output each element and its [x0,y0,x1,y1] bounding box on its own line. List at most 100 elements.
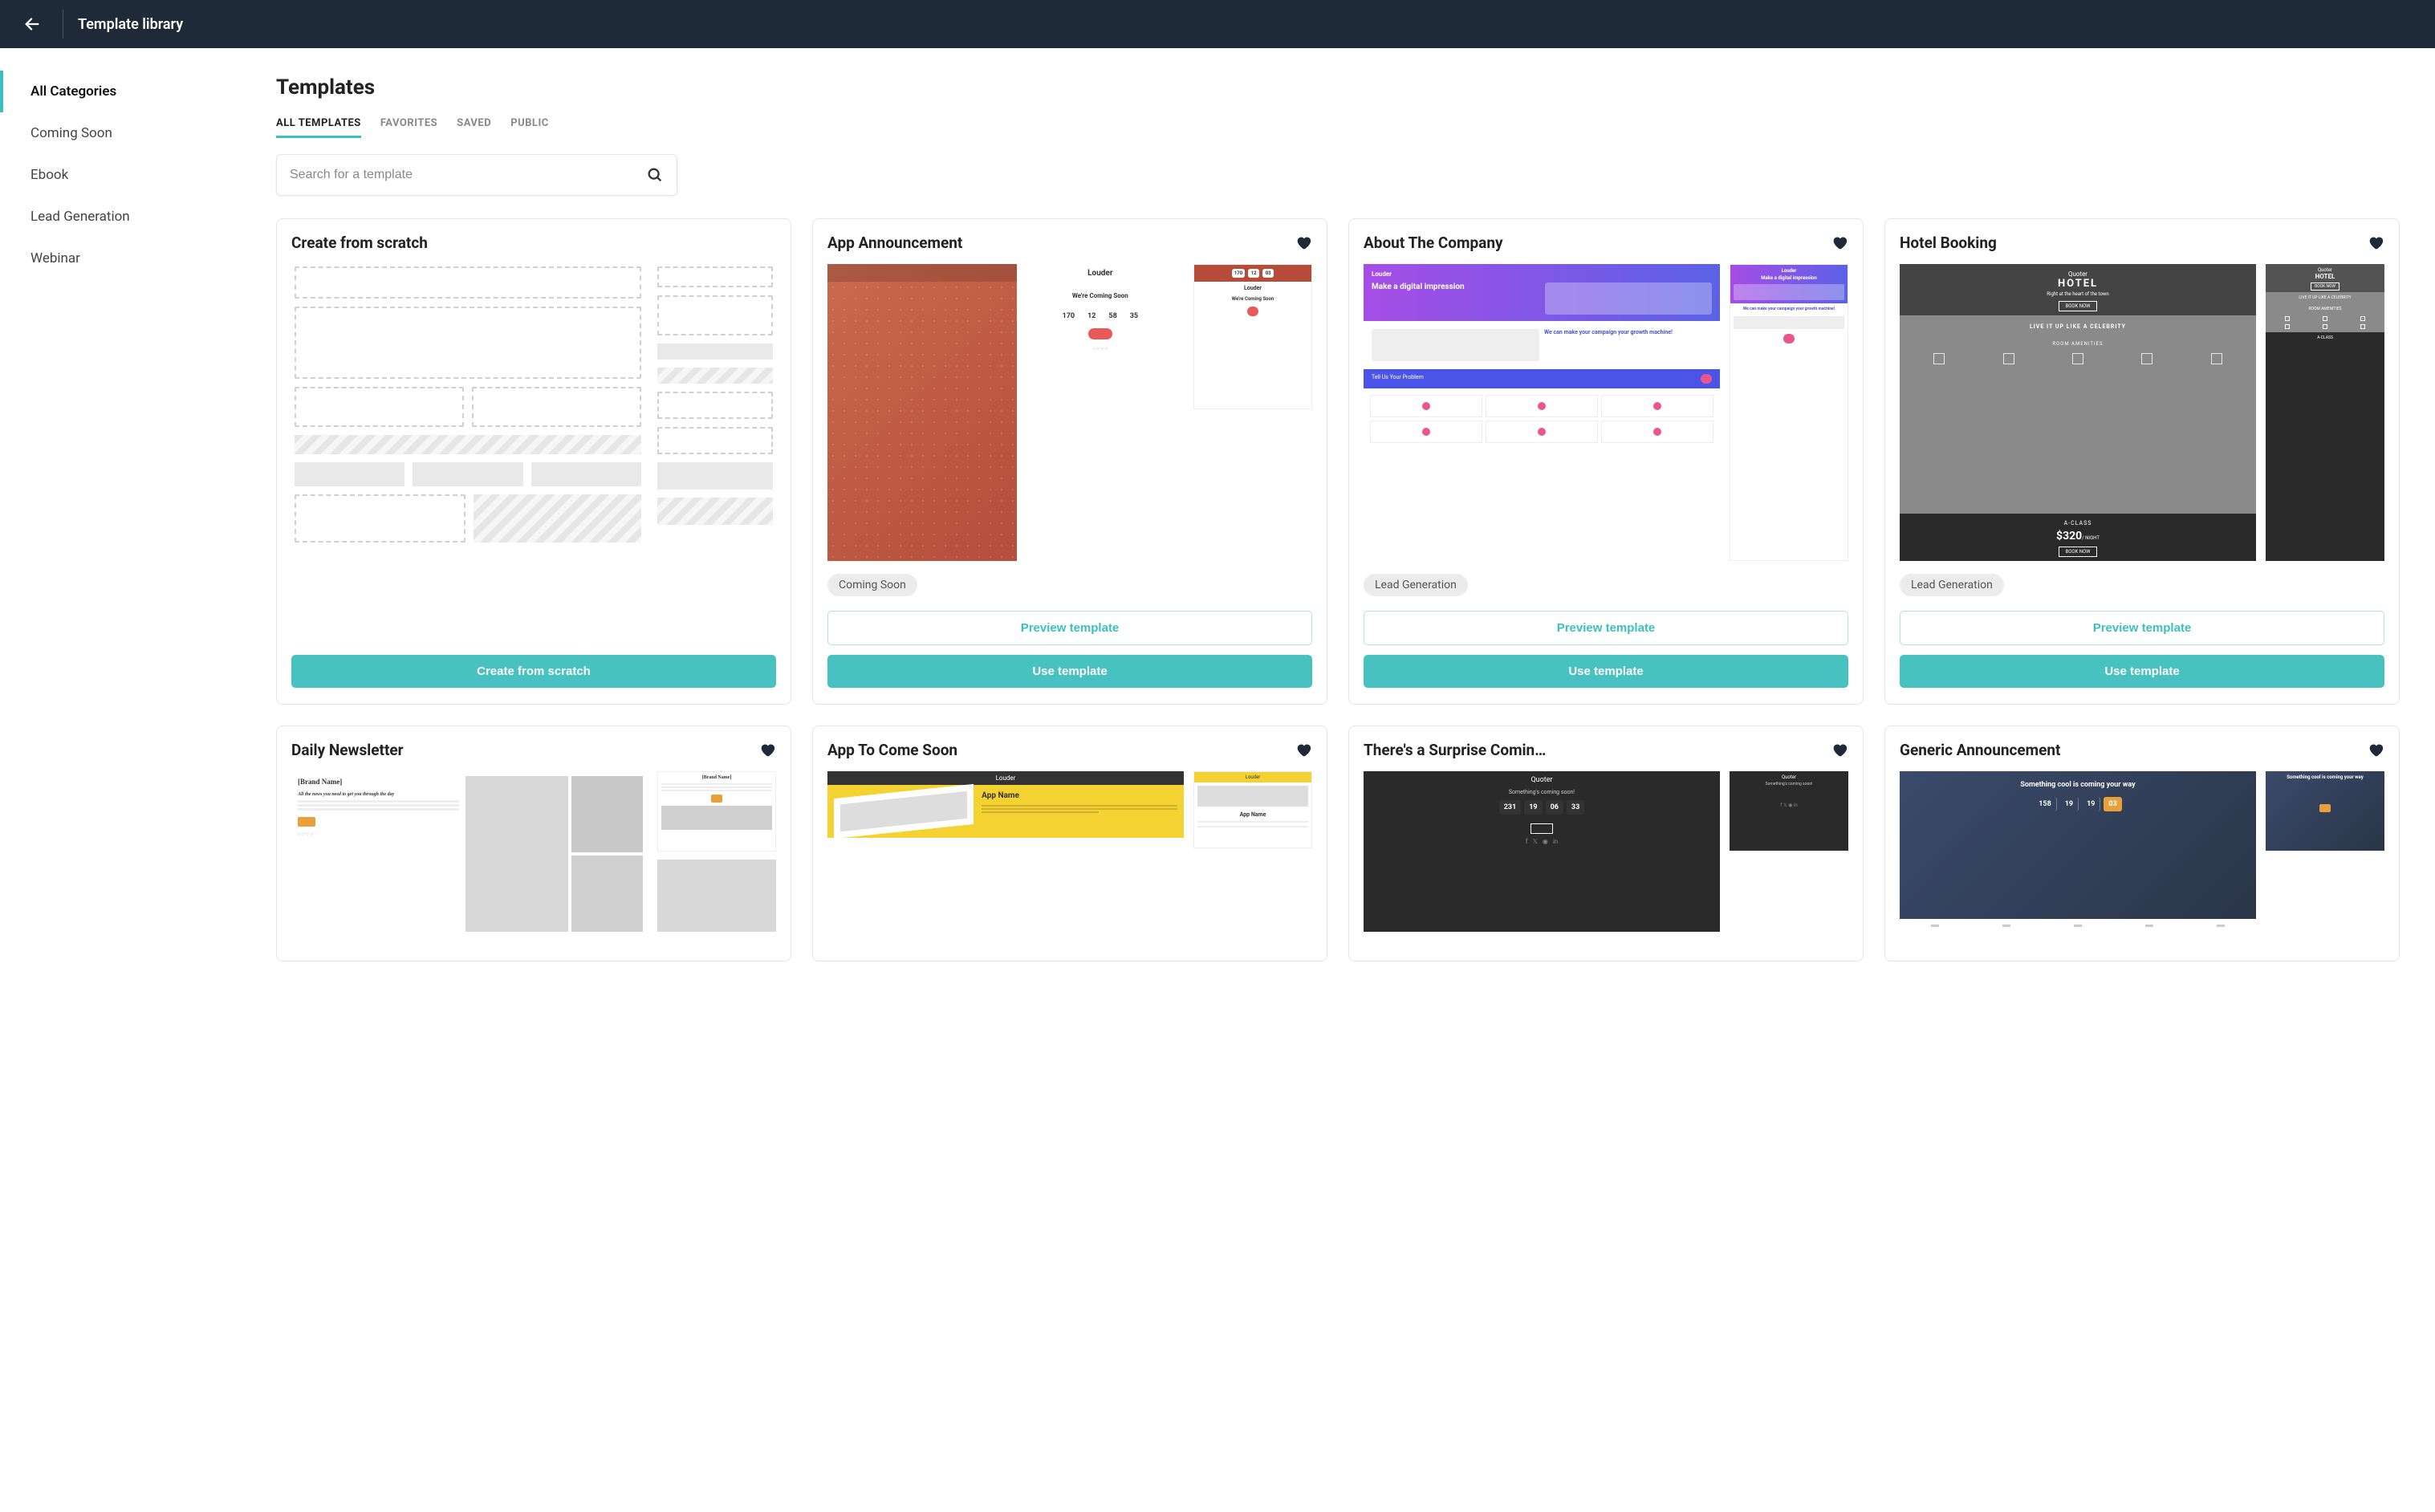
thumb-price-label: $320 [2056,530,2082,543]
sidebar-item-lead-generation[interactable]: Lead Generation [0,196,241,238]
sidebar-item-all-categories[interactable]: All Categories [0,71,241,112]
template-card: There's a Surprise Comin… Quoter Somethi… [1348,726,1864,961]
card-thumbnail [291,263,776,560]
thumb-something-coming: Something's coming soon! [1364,789,1720,795]
favorite-button[interactable] [2367,741,2384,762]
preview-template-button[interactable]: Preview template [1364,611,1848,645]
card-title: Generic Announcement [1900,741,2060,761]
thumb-something-cool: Something cool is coming your way [1900,781,2256,789]
use-template-button[interactable]: Use template [827,655,1312,688]
use-template-button[interactable]: Use template [1900,655,2384,688]
thumb-quoter-label: Quoter [2269,267,2381,273]
card-category-tag: Lead Generation [1364,574,1468,596]
card-title: About The Company [1364,234,1503,254]
sidebar: All Categories Coming Soon Ebook Lead Ge… [0,48,241,989]
favorite-button[interactable] [2367,234,2384,254]
thumb-hotel-label: HOTEL [2269,273,2381,280]
arrow-left-icon [23,15,41,33]
template-card: App To Come Soon Louder App Name [812,726,1327,961]
thumb-book-now: BOOK NOW [2059,301,2098,311]
thumb-celebrity-label: LIVE IT UP LIKE A CELEBRITY [1905,323,2251,330]
card-title: Daily Newsletter [291,741,404,761]
thumb-amenities-label: ROOM AMENITIES [1905,341,2251,347]
search-input[interactable] [290,168,646,182]
card-thumbnail: Louder App Name [827,771,1312,932]
template-card-scratch: Create from scratch [276,218,791,705]
template-card: About The Company Louder Make a digital … [1348,218,1864,705]
card-title: App Announcement [827,234,962,254]
create-from-scratch-button[interactable]: Create from scratch [291,655,776,688]
tab-favorites[interactable]: FAVORITES [380,117,437,138]
countdown-box: 170 [1058,309,1080,323]
card-title: Hotel Booking [1900,234,1997,254]
countdown-box: 33 [1567,800,1584,815]
thumb-brand-name: [Brand Name] [298,778,459,786]
countdown-box: 158 [2034,797,2057,811]
page-title: Templates [276,75,2400,100]
countdown-box: 12 [1248,269,1259,278]
countdown-box: 58 [1104,309,1121,323]
search-box [276,154,677,196]
countdown-box: 12 [1083,309,1100,323]
favorite-button[interactable] [1831,234,1848,254]
thumb-aclass-label: A-CLASS [1906,520,2250,526]
countdown-box: 19 [2082,797,2100,811]
thumb-quoter-label: Quoter [1364,771,1720,789]
thumb-app-name: App Name [982,791,1177,800]
thumb-aclass-label: A-CLASS [2266,332,2384,343]
thumb-louder-label: Louder [827,771,1184,785]
template-card: Generic Announcement Something cool is c… [1884,726,2400,961]
favorite-button[interactable] [758,741,776,762]
countdown-box: 170 [1232,269,1245,278]
heart-icon [2367,741,2384,758]
heart-icon [1295,234,1312,251]
card-thumbnail: Louder Make a digital impression We can … [1364,264,1848,561]
thumb-book-now: BOOK NOW [2311,282,2339,291]
sidebar-item-coming-soon[interactable]: Coming Soon [0,112,241,154]
main-content: Templates ALL TEMPLATES FAVORITES SAVED … [241,48,2435,989]
card-thumbnail: Quoter Something's coming soon! 231 19 0… [1364,771,1848,932]
thumb-hotel-label: HOTEL [1906,278,2250,290]
thumb-tell-problem-label: Tell Us Your Problem [1372,374,1424,384]
tab-saved[interactable]: SAVED [457,117,491,138]
thumb-coming-soon-label: We're Coming Soon [1022,287,1179,304]
template-card: Hotel Booking Quoter HOTEL Right at the … [1884,218,2400,705]
thumb-newsletter-sub: All the news you need to get you through… [298,792,459,797]
heart-icon [1831,741,1848,758]
card-thumbnail: Something cool is coming your way 158 19… [1900,771,2384,932]
heart-icon [1831,234,1848,251]
template-card: App Announcement Louder We're Coming Soo… [812,218,1327,705]
preview-template-button[interactable]: Preview template [827,611,1312,645]
thumb-campaign-label: We can make your campaign your growth ma… [1544,329,1712,361]
countdown-box: 03 [1262,269,1274,278]
thumb-digital-impression-label: Make a digital impression [1372,282,1539,291]
card-category-tag: Coming Soon [827,574,917,596]
thumb-per-night: / NIGHT [2082,535,2100,541]
card-category-tag: Lead Generation [1900,574,2004,596]
card-thumbnail: Quoter HOTEL Right at the heart of the t… [1900,264,2384,561]
favorite-button[interactable] [1295,741,1312,762]
thumb-louder-label: Louder [1194,282,1311,295]
sidebar-item-webinar[interactable]: Webinar [0,238,241,279]
heart-icon [758,741,776,758]
use-template-button[interactable]: Use template [1364,655,1848,688]
countdown-box: 231 [1499,800,1522,815]
favorite-button[interactable] [1295,234,1312,254]
countdown-box: 19 [2060,797,2079,811]
tab-public[interactable]: PUBLIC [510,117,549,138]
thumb-louder-label: Louder [1734,268,1844,274]
preview-template-button[interactable]: Preview template [1900,611,2384,645]
thumb-campaign-label: We can make your campaign your growth ma… [1730,303,1848,315]
countdown-box: 03 [2104,797,2121,811]
thumb-amenities-label: ROOM AMENITIES [2266,303,2384,315]
countdown-box: 35 [1125,309,1143,323]
sidebar-item-ebook[interactable]: Ebook [0,154,241,196]
thumb-book-now: BOOK NOW [2059,547,2098,557]
favorite-button[interactable] [1831,741,1848,762]
tab-all-templates[interactable]: ALL TEMPLATES [276,117,361,138]
page-header-title: Template library [78,16,183,33]
back-button[interactable] [16,8,48,40]
card-thumbnail: [Brand Name] All the news you need to ge… [291,771,776,932]
countdown-box: 06 [1546,800,1563,815]
thumb-louder-label: Louder [1372,270,1712,278]
